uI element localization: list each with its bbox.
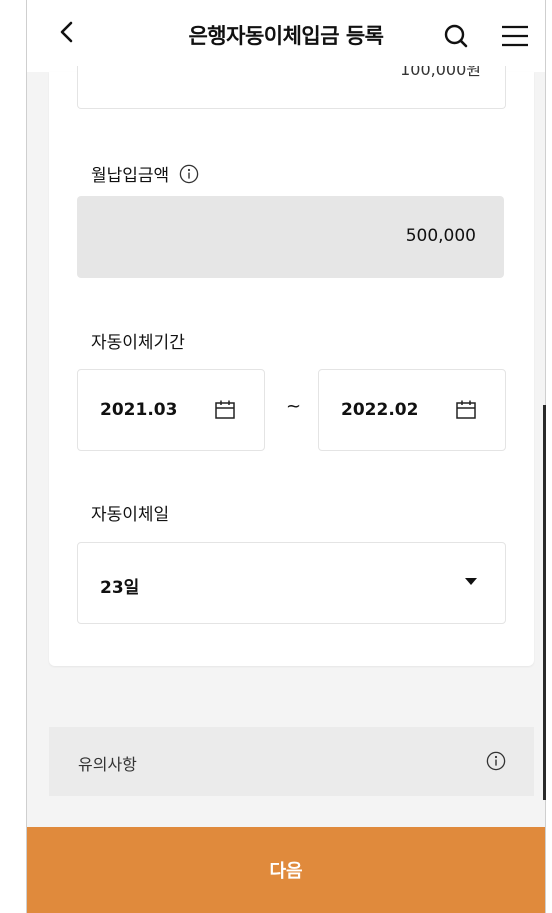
hamburger-menu-icon [502,25,528,47]
transfer-period-label: 자동이체기간 [91,333,185,353]
monthly-deposit-label: 월납입금액 [91,166,170,186]
period-separator: ~ [286,396,302,417]
caret-down-icon [465,578,477,585]
info-circle-icon[interactable] [179,164,199,184]
end-date-field[interactable]: 2022.02 [318,369,506,451]
notice-label: 유의사항 [78,755,137,774]
start-date-value: 2021.03 [100,400,178,420]
screen-frame-right [545,0,552,913]
next-button[interactable]: 다음 [27,827,545,913]
calendar-icon [456,400,476,419]
calendar-icon [215,400,235,419]
monthly-deposit-label-row: 월납입금액 [91,161,199,186]
start-date-field[interactable]: 2021.03 [77,369,265,451]
screen-frame-left [0,0,27,913]
info-circle-icon[interactable] [486,751,506,771]
end-date-value: 2022.02 [341,400,419,420]
form-card: 100,000원 월납입금액 500,000 자동이체기간 2021.03 ~ … [49,66,534,666]
transfer-day-value: 23일 [100,578,140,598]
transfer-day-label: 자동이체일 [91,505,170,525]
transfer-day-select[interactable]: 23일 [77,542,506,624]
previous-amount-value: 100,000원 [400,66,481,79]
search-button[interactable] [439,16,473,56]
previous-amount-field[interactable]: 100,000원 [77,66,506,109]
scrollbar[interactable] [543,405,546,800]
app-header: 은행자동이체입금 등록 [27,0,545,72]
monthly-deposit-field: 500,000 [77,196,504,278]
monthly-deposit-value: 500,000 [405,226,476,246]
menu-button[interactable] [497,16,533,56]
notice-section[interactable]: 유의사항 [49,727,534,796]
search-icon [444,24,468,48]
